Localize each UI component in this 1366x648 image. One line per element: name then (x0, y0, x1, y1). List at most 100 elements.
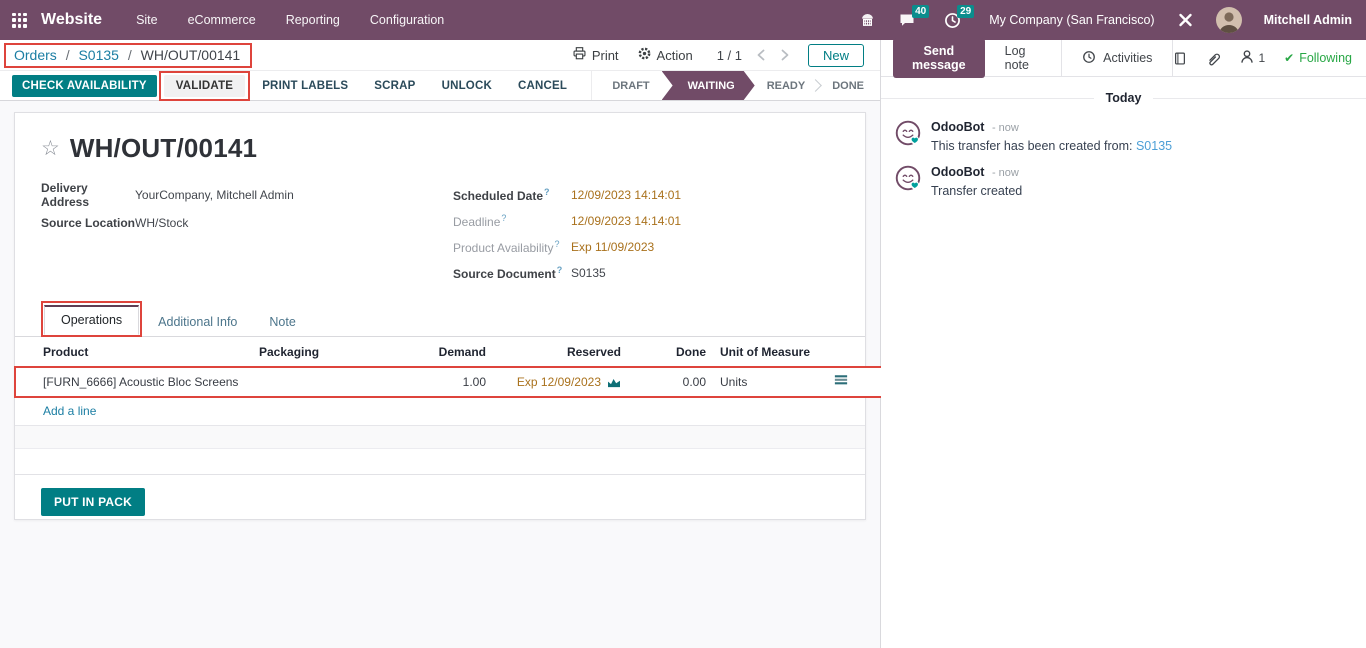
send-message-button[interactable]: Send message (893, 38, 985, 78)
developer-tools-icon[interactable] (1177, 12, 1194, 28)
chatter-message: OdooBot - now Transfer created (881, 156, 1366, 201)
messages-icon[interactable]: 40 (898, 12, 916, 28)
product-availability-value: Exp 11/09/2023 (571, 240, 654, 254)
message-record-link[interactable]: S0135 (1136, 139, 1172, 153)
scheduled-date-value[interactable]: 12/09/2023 14:14:01 (571, 188, 681, 202)
col-reserved[interactable]: Reserved (490, 337, 625, 367)
odoobot-avatar (895, 165, 921, 191)
tab-additional-info[interactable]: Additional Info (142, 309, 253, 336)
put-in-pack-button[interactable]: PUT IN PACK (41, 488, 145, 516)
print-label: Print (592, 48, 619, 63)
following-label: Following (1299, 51, 1352, 65)
followers-button[interactable]: 1 (1240, 49, 1265, 67)
form-sheet: ☆ WH/OUT/00141 Delivery Address YourComp… (14, 112, 866, 520)
deadline-value: 12/09/2023 14:14:01 (571, 214, 681, 228)
add-a-line-link[interactable]: Add a line (43, 404, 96, 418)
scheduled-date-label: Scheduled Date? (453, 187, 571, 203)
stage-done[interactable]: DONE (816, 71, 880, 100)
apps-menu-icon[interactable] (12, 13, 27, 28)
help-icon: ? (555, 239, 560, 249)
app-menu: Site eCommerce Reporting Configuration (136, 13, 444, 27)
form-view: ☆ WH/OUT/00141 Delivery Address YourComp… (0, 101, 880, 648)
pager-previous-icon[interactable] (754, 47, 770, 63)
message-author[interactable]: OdooBot (931, 165, 984, 179)
new-button[interactable]: New (808, 44, 864, 67)
tab-operations[interactable]: Operations (44, 305, 139, 335)
col-packaging[interactable]: Packaging (255, 337, 405, 367)
app-name[interactable]: Website (41, 11, 102, 29)
cell-reserved[interactable]: Exp 12/09/2023 (490, 367, 625, 397)
log-note-button[interactable]: Log note (1005, 44, 1041, 72)
date-divider: Today (881, 77, 1366, 111)
breadcrumb-sale-order[interactable]: S0135 (78, 47, 118, 63)
field-grid: Delivery Address YourCompany, Mitchell A… (15, 164, 865, 286)
breadcrumb-orders[interactable]: Orders (14, 47, 57, 63)
form-pane: Orders / S0135 / WH/OUT/00141 Print Acti… (0, 40, 881, 648)
source-location-value[interactable]: WH/Stock (135, 216, 188, 230)
storefront-icon[interactable] (859, 12, 876, 28)
print-button[interactable]: Print (572, 46, 619, 64)
menu-ecommerce[interactable]: eCommerce (188, 13, 256, 27)
chatter-message: OdooBot - now This transfer has been cre… (881, 111, 1366, 156)
message-time: - now (992, 122, 1019, 134)
check-availability-button[interactable]: CHECK AVAILABILITY (12, 75, 157, 97)
source-document-value[interactable]: S0135 (571, 266, 606, 280)
reserved-date: Exp 12/09/2023 (517, 375, 601, 389)
user-name[interactable]: Mitchell Admin (1264, 13, 1352, 27)
table-row-furn-6666[interactable]: [FURN_6666] Acoustic Bloc Screens 1.00 E… (15, 367, 910, 397)
cell-product[interactable]: [FURN_6666] Acoustic Bloc Screens (15, 367, 255, 397)
col-demand[interactable]: Demand (405, 337, 490, 367)
gear-icon (637, 46, 652, 64)
following-button[interactable]: ✔ Following (1284, 51, 1352, 65)
favorite-star-icon[interactable]: ☆ (41, 138, 60, 159)
paperclip-icon[interactable] (1206, 51, 1221, 66)
company-switcher[interactable]: My Company (San Francisco) (989, 13, 1154, 27)
source-location-label: Source Location (41, 216, 135, 230)
breadcrumb-separator: / (128, 47, 132, 63)
breadcrumb: Orders / S0135 / WH/OUT/00141 (14, 47, 240, 63)
col-done[interactable]: Done (625, 337, 710, 367)
cancel-button[interactable]: CANCEL (508, 75, 577, 97)
menu-configuration[interactable]: Configuration (370, 13, 444, 27)
stage-draft[interactable]: DRAFT (596, 71, 665, 100)
help-icon: ? (544, 187, 550, 197)
scrap-button[interactable]: SCRAP (364, 75, 425, 97)
delivery-address-value[interactable]: YourCompany, Mitchell Admin (135, 188, 294, 202)
messages-badge: 40 (912, 5, 929, 18)
menu-site[interactable]: Site (136, 13, 158, 27)
stage-waiting[interactable]: WAITING (662, 71, 755, 100)
menu-reporting[interactable]: Reporting (286, 13, 340, 27)
activities-clock-icon[interactable]: 29 (944, 12, 961, 29)
clock-icon (1082, 50, 1096, 67)
print-labels-button[interactable]: PRINT LABELS (252, 75, 358, 97)
pager-next-icon[interactable] (776, 47, 792, 63)
cell-packaging[interactable] (255, 367, 405, 397)
cell-uom[interactable]: Units (710, 367, 830, 397)
breadcrumb-current: WH/OUT/00141 (141, 47, 241, 63)
followers-count: 1 (1258, 51, 1265, 65)
col-unit-of-measure[interactable]: Unit of Measure (710, 337, 830, 367)
annotation-box-breadcrumb: Orders / S0135 / WH/OUT/00141 (4, 43, 252, 68)
odoobot-avatar (895, 120, 921, 146)
validate-button[interactable]: VALIDATE (164, 75, 245, 97)
action-button[interactable]: Action (637, 46, 693, 64)
statusbar: CHECK AVAILABILITY VALIDATE PRINT LABELS… (0, 71, 880, 101)
chatter-toolbar: Send message Log note Activities 1 ✔ Fol… (881, 40, 1366, 77)
forecast-chart-icon[interactable] (607, 376, 621, 388)
empty-row (15, 449, 865, 475)
empty-row (15, 426, 865, 449)
deadline-label: Deadline? (453, 213, 571, 229)
message-author[interactable]: OdooBot (931, 120, 984, 134)
source-document-label: Source Document? (453, 265, 571, 281)
col-product[interactable]: Product (15, 337, 255, 367)
cell-done[interactable]: 0.00 (625, 367, 710, 397)
message-text: This transfer has been created from: S01… (931, 139, 1172, 153)
log-book-icon[interactable] (1173, 51, 1187, 66)
unlock-button[interactable]: UNLOCK (432, 75, 502, 97)
user-avatar[interactable] (1216, 7, 1242, 33)
help-icon: ? (557, 265, 563, 275)
detailed-operations-icon[interactable] (834, 374, 848, 387)
cell-demand[interactable]: 1.00 (405, 367, 490, 397)
tab-note[interactable]: Note (253, 309, 311, 336)
activities-button[interactable]: Activities (1061, 40, 1173, 76)
